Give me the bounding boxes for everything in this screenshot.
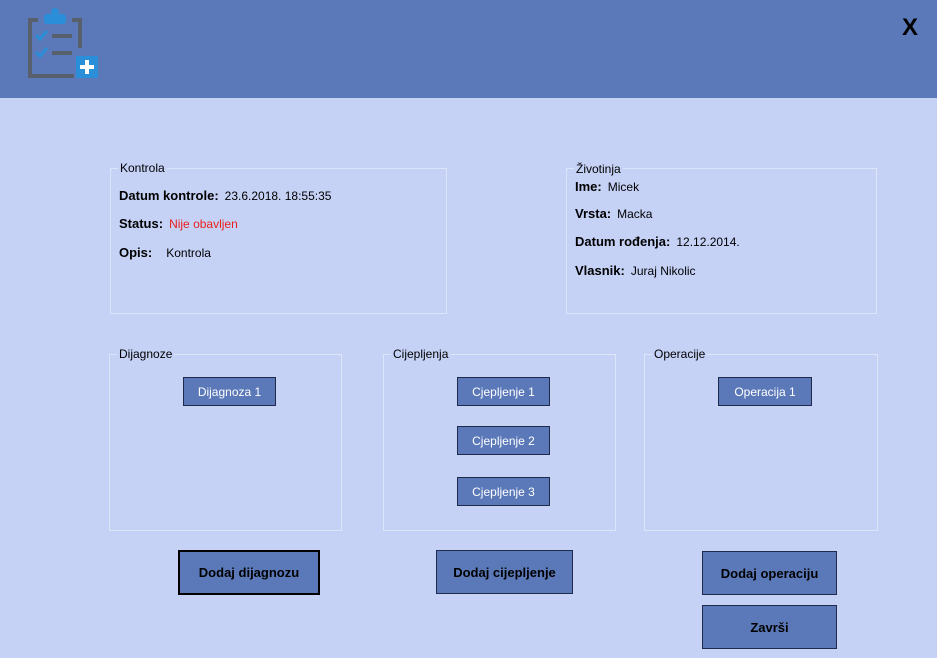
dijagnoze-title: Dijagnoze: [117, 346, 175, 362]
ime-row: Ime: Micek: [575, 179, 639, 194]
operacije-title: Operacije: [652, 346, 708, 362]
operacija-item-button[interactable]: Operacija 1: [718, 377, 812, 406]
header-bar: X: [0, 0, 937, 98]
datum-kontrole-value: 23.6.2018. 18:55:35: [224, 189, 332, 203]
close-button[interactable]: X: [895, 14, 925, 44]
vrsta-label: Vrsta:: [575, 206, 612, 221]
vrsta-row: Vrsta: Macka: [575, 206, 652, 221]
status-value: Nije obavljen: [169, 217, 238, 231]
finish-button[interactable]: Završi: [702, 605, 837, 649]
datum-rodjenja-row: Datum rođenja: 12.12.2014.: [575, 234, 740, 249]
opis-row: Opis: Kontrola: [119, 245, 211, 260]
datum-kontrole-row: Datum kontrole: 23.6.2018. 18:55:35: [119, 188, 331, 203]
cijepljenja-title: Cijepljenja: [391, 346, 451, 362]
vlasnik-value: Juraj Nikolic: [630, 264, 696, 278]
vrsta-value: Macka: [617, 207, 653, 221]
zivotinja-title: Životinja: [574, 161, 623, 177]
datum-rodjenja-label: Datum rođenja:: [575, 234, 671, 249]
datum-rodjenja-value: 12.12.2014.: [676, 235, 740, 249]
cijepljenje-item-button[interactable]: Cjepljenje 2: [457, 426, 550, 455]
vlasnik-row: Vlasnik: Juraj Nikolic: [575, 263, 696, 278]
clipboard-checklist-plus-icon: [28, 8, 98, 78]
ime-value: Micek: [607, 180, 640, 194]
status-row: Status: Nije obavljen: [119, 216, 238, 231]
opis-value: Kontrola: [166, 246, 211, 260]
add-cijepljenje-button[interactable]: Dodaj cijepljenje: [436, 550, 573, 594]
cijepljenje-item-button[interactable]: Cjepljenje 3: [457, 477, 550, 506]
opis-label: Opis:: [119, 245, 153, 260]
ime-label: Ime:: [575, 179, 602, 194]
dijagnoza-item-button[interactable]: Dijagnoza 1: [183, 377, 276, 406]
cijepljenje-item-button[interactable]: Cjepljenje 1: [457, 377, 550, 406]
status-label: Status:: [119, 216, 164, 231]
kontrola-title: Kontrola: [118, 160, 167, 176]
add-dijagnoza-button[interactable]: Dodaj dijagnozu: [178, 550, 320, 595]
datum-kontrole-label: Datum kontrole:: [119, 188, 219, 203]
vlasnik-label: Vlasnik:: [575, 263, 625, 278]
add-operacija-button[interactable]: Dodaj operaciju: [702, 551, 837, 595]
